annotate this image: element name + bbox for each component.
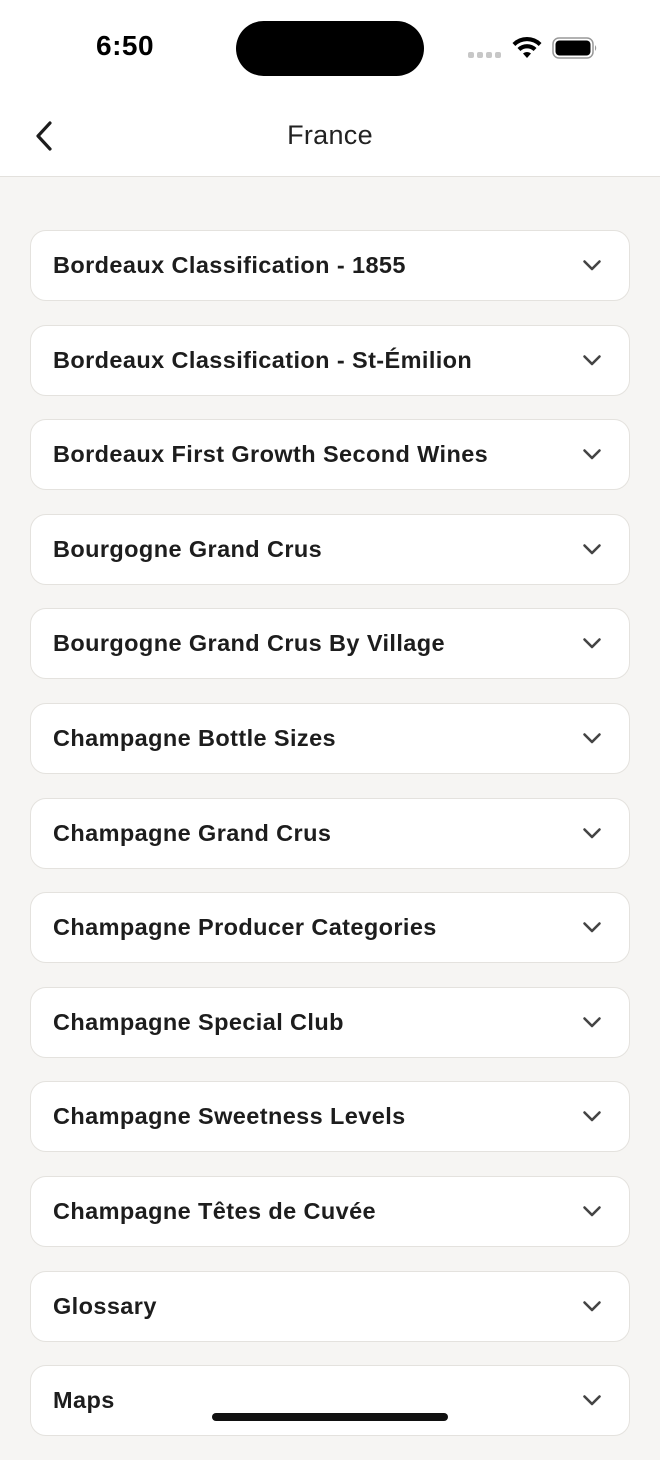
cellular-signal-icon — [468, 52, 501, 58]
accordion-item-label: Champagne Têtes de Cuvée — [53, 1197, 377, 1224]
accordion-item[interactable]: Champagne Sweetness Levels — [30, 1081, 630, 1153]
accordion-item[interactable]: Maps — [30, 1365, 630, 1437]
accordion-item[interactable]: Glossary — [30, 1270, 630, 1342]
accordion-item-label: Champagne Grand Crus — [53, 819, 332, 846]
accordion-item-label: Bordeaux Classification - St-Émilion — [53, 346, 473, 373]
chevron-down-icon — [581, 1015, 603, 1029]
accordion-item-label: Bourgogne Grand Crus By Village — [53, 630, 445, 657]
accordion-item-label: Champagne Bottle Sizes — [53, 724, 337, 751]
accordion-item[interactable]: Bordeaux Classification - 1855 — [30, 230, 630, 301]
wifi-icon — [512, 36, 542, 58]
chevron-down-icon — [581, 353, 603, 367]
chevron-down-icon — [581, 448, 603, 462]
page-title: France — [287, 120, 373, 150]
accordion-item[interactable]: Champagne Têtes de Cuvée — [30, 1175, 630, 1247]
chevron-down-icon — [581, 1394, 603, 1408]
chevron-down-icon — [581, 1204, 603, 1218]
chevron-down-icon — [581, 259, 603, 273]
accordion-item[interactable]: Champagne Special Club — [30, 986, 630, 1058]
accordion-item-label: Champagne Special Club — [53, 1008, 344, 1035]
chevron-down-icon — [581, 1299, 603, 1313]
battery-icon — [552, 37, 597, 59]
accordion-item-label: Maps — [53, 1387, 115, 1414]
dynamic-island — [236, 21, 424, 76]
accordion-item[interactable]: Champagne Bottle Sizes — [30, 702, 630, 774]
accordion-item-label: Champagne Sweetness Levels — [53, 1103, 406, 1130]
chevron-down-icon — [581, 637, 603, 651]
chevron-down-icon — [581, 731, 603, 745]
accordion-item-label: Bordeaux Classification - 1855 — [53, 252, 406, 278]
accordion-item-label: Bourgogne Grand Crus — [53, 535, 323, 562]
accordion-item-label: Bordeaux First Growth Second Wines — [53, 441, 489, 468]
chevron-down-icon — [581, 921, 603, 935]
accordion-item[interactable]: Bordeaux Classification - St-Émilion — [30, 324, 630, 396]
chevron-down-icon — [581, 542, 603, 556]
chevron-down-icon — [581, 1110, 603, 1124]
home-indicator — [212, 1413, 448, 1421]
accordion-item[interactable]: Bordeaux First Growth Second Wines — [30, 419, 630, 491]
accordion-item[interactable]: Bourgogne Grand Crus By Village — [30, 608, 630, 680]
chevron-down-icon — [581, 826, 603, 840]
accordion-item-label: Champagne Producer Categories — [53, 914, 437, 941]
accordion-item[interactable]: Champagne Producer Categories — [30, 892, 630, 964]
accordion-list: Bordeaux Classification - 1855 Bordeaux C… — [30, 230, 630, 1460]
accordion-item-label: Glossary — [53, 1292, 157, 1319]
navigation-bar: France — [0, 96, 660, 177]
accordion-item[interactable]: Champagne Grand Crus — [30, 797, 630, 869]
status-bar: 6:50 — [0, 0, 660, 96]
accordion-item[interactable]: Bourgogne Grand Crus — [30, 513, 630, 585]
status-time: 6:50 — [96, 30, 155, 61]
